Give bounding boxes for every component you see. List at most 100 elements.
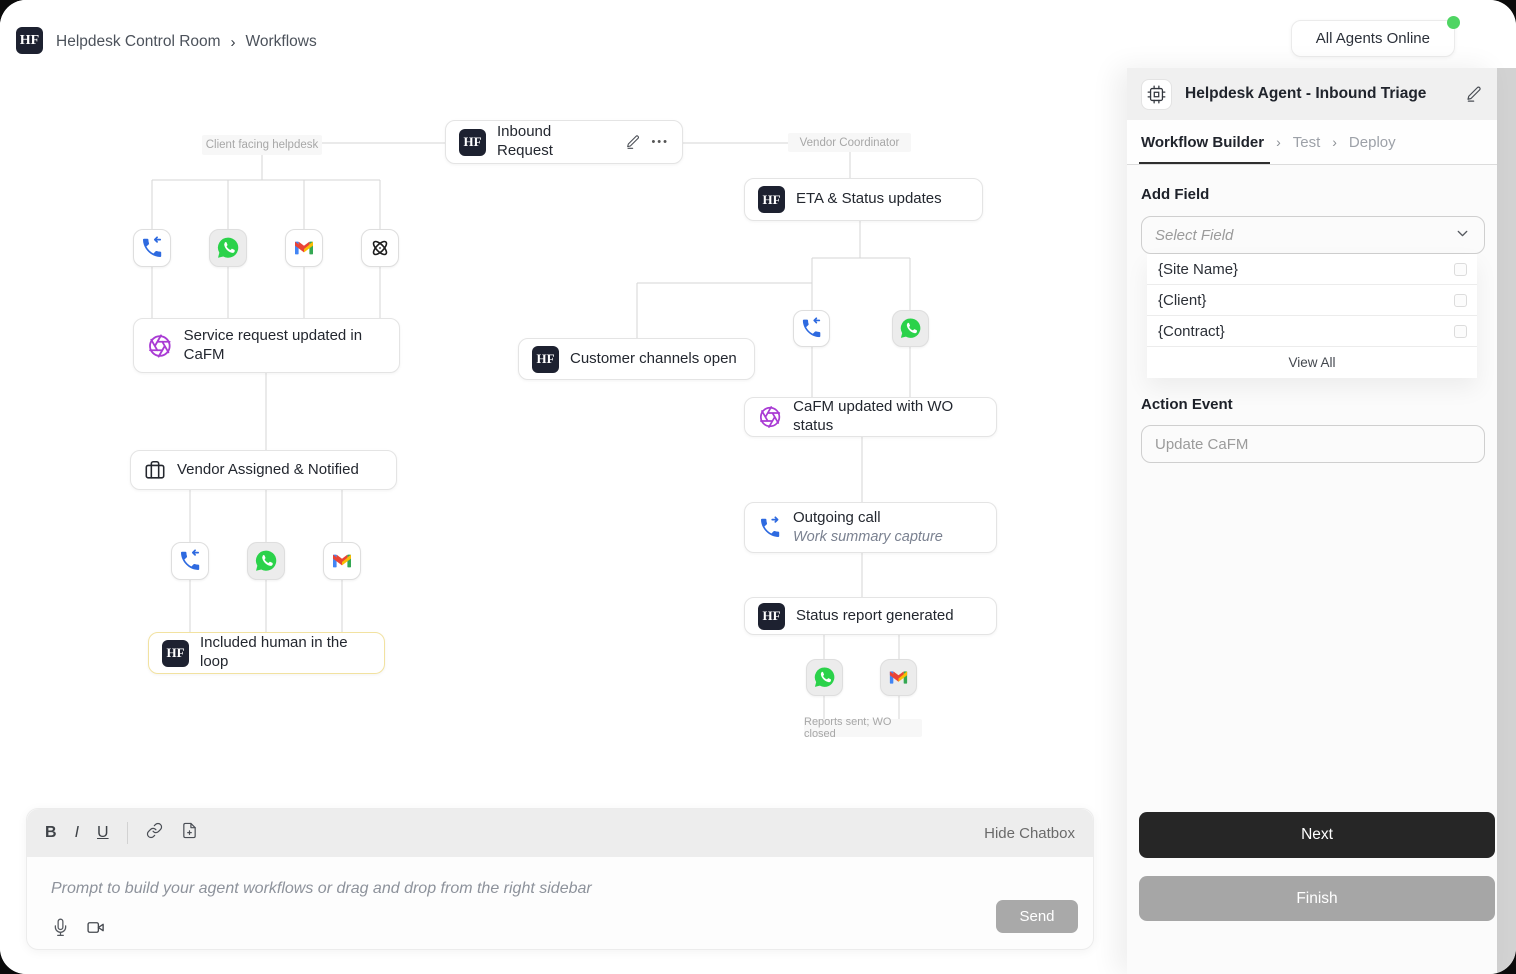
action-event-input[interactable] [1141,425,1485,463]
node-customer-channels[interactable]: HF Customer channels open [518,338,755,380]
node-sublabel: Work summary capture [793,528,943,546]
group-label-vendor-coordinator: Vendor Coordinator [788,133,911,152]
node-label: Vendor Assigned & Notified [177,461,359,480]
hf-logo-badge: HF [459,129,486,156]
sidebar-tabs: Workflow Builder › Test › Deploy [1127,120,1497,165]
bold-button[interactable]: B [45,824,57,842]
hf-logo-badge: HF [532,346,559,373]
node-human-in-loop[interactable]: HF Included human in the loop [148,632,385,674]
scroll-gutter [1497,68,1516,974]
tab-workflow-builder[interactable]: Workflow Builder [1141,134,1264,151]
italic-button[interactable]: I [75,824,79,842]
node-outgoing-call[interactable]: Outgoing call Work summary capture [744,502,997,553]
checkbox[interactable] [1454,325,1467,338]
cpu-chip-icon [1147,85,1166,104]
node-status-report[interactable]: HF Status report generated [744,597,997,635]
group-label-reports-closed: Reports sent; WO closed [804,719,922,737]
link-button[interactable] [146,822,163,844]
node-label: Outgoing call [793,509,943,528]
hf-logo-badge: HF [758,603,785,630]
channel-gmail[interactable] [323,542,361,580]
chevron-right-icon: › [231,34,236,51]
field-option-client[interactable]: {Client} [1147,285,1477,316]
add-field-heading: Add Field [1141,186,1209,203]
app-logo: HF [16,27,43,54]
field-option-label: {Client} [1158,292,1206,309]
app-window: Client facing helpdesk Vendor Coordinato… [0,0,1516,974]
whatsapp-icon [253,548,279,574]
chat-toolbar: B I U Hide Chatbox [27,809,1093,857]
field-option-contract[interactable]: {Contract} [1147,316,1477,347]
breadcrumb: Helpdesk Control Room › Workflows [56,33,317,51]
chevron-right-icon: › [1276,134,1281,150]
channel-gmail[interactable] [285,229,323,267]
more-options-icon[interactable]: ••• [651,136,669,148]
node-label: Customer channels open [570,350,737,369]
node-label: Service request updated in CaFM [184,327,386,365]
atom-icon [368,236,392,260]
agents-online-button[interactable]: All Agents Online [1291,20,1455,57]
finish-button[interactable]: Finish [1139,876,1495,921]
briefcase-icon [144,459,166,481]
chatbox-panel: B I U Hide Chatbox Send [26,808,1094,950]
toolbar-divider [127,822,128,844]
phone-incoming-icon [140,236,164,260]
node-service-request-cafm[interactable]: Service request updated in CaFM [133,318,400,373]
attach-file-button[interactable] [181,822,198,844]
gmail-icon [330,549,354,573]
mic-icon[interactable] [51,918,70,937]
channel-whatsapp[interactable] [806,659,843,696]
hf-logo-badge: HF [758,186,785,213]
breadcrumb-current[interactable]: Workflows [246,33,317,51]
checkbox[interactable] [1454,263,1467,276]
field-option-site-name[interactable]: {Site Name} [1147,254,1477,285]
top-header: HF Helpdesk Control Room › Workflows All… [0,0,1516,68]
select-field-dropdown[interactable] [1141,216,1485,254]
channel-whatsapp[interactable] [892,310,929,347]
gmail-icon [292,236,316,260]
sidebar-header: Helpdesk Agent - Inbound Triage [1127,68,1497,120]
channel-atom[interactable] [361,229,399,267]
aperture-icon [147,333,173,359]
whatsapp-icon [215,235,241,261]
send-button[interactable]: Send [996,900,1078,933]
hf-logo-badge: HF [162,640,189,667]
node-cafm-wo-status[interactable]: CaFM updated with WO status [744,397,997,437]
node-vendor-assigned[interactable]: Vendor Assigned & Notified [130,450,397,490]
underline-button[interactable]: U [97,824,109,842]
node-inbound-request[interactable]: HF Inbound Request ••• [445,120,683,164]
channel-gmail[interactable] [880,659,917,696]
channel-whatsapp[interactable] [247,542,285,580]
online-status-dot [1447,16,1460,29]
tab-deploy[interactable]: Deploy [1349,134,1396,151]
video-camera-icon[interactable] [86,918,106,937]
channel-phone-incoming[interactable] [171,542,209,580]
action-event-heading: Action Event [1141,396,1233,413]
phone-incoming-icon [800,317,823,340]
view-all-link[interactable]: View All [1147,347,1477,378]
whatsapp-icon [812,665,837,690]
phone-incoming-icon [178,549,202,573]
edit-node-icon[interactable] [625,134,641,150]
node-label: Status report generated [796,607,954,626]
field-option-label: {Site Name} [1158,261,1238,278]
agent-chip-tile [1141,79,1172,110]
file-plus-icon [181,822,198,839]
edit-agent-icon[interactable] [1465,85,1483,103]
node-label: ETA & Status updates [796,190,942,209]
tab-test[interactable]: Test [1293,134,1321,151]
channel-whatsapp[interactable] [209,229,247,267]
channel-phone-incoming[interactable] [133,229,171,267]
group-label-client-facing: Client facing helpdesk [202,135,322,155]
breadcrumb-root[interactable]: Helpdesk Control Room [56,33,221,51]
aperture-icon [758,404,782,430]
node-eta-status-updates[interactable]: HF ETA & Status updates [744,178,983,221]
node-label: CaFM updated with WO status [793,398,983,436]
channel-phone-incoming[interactable] [793,310,830,347]
right-sidebar: Helpdesk Agent - Inbound Triage Workflow… [1127,68,1497,974]
hide-chatbox-button[interactable]: Hide Chatbox [984,825,1075,842]
whatsapp-icon [898,316,923,341]
checkbox[interactable] [1454,294,1467,307]
next-button[interactable]: Next [1139,812,1495,858]
chat-prompt-input[interactable] [51,869,951,909]
